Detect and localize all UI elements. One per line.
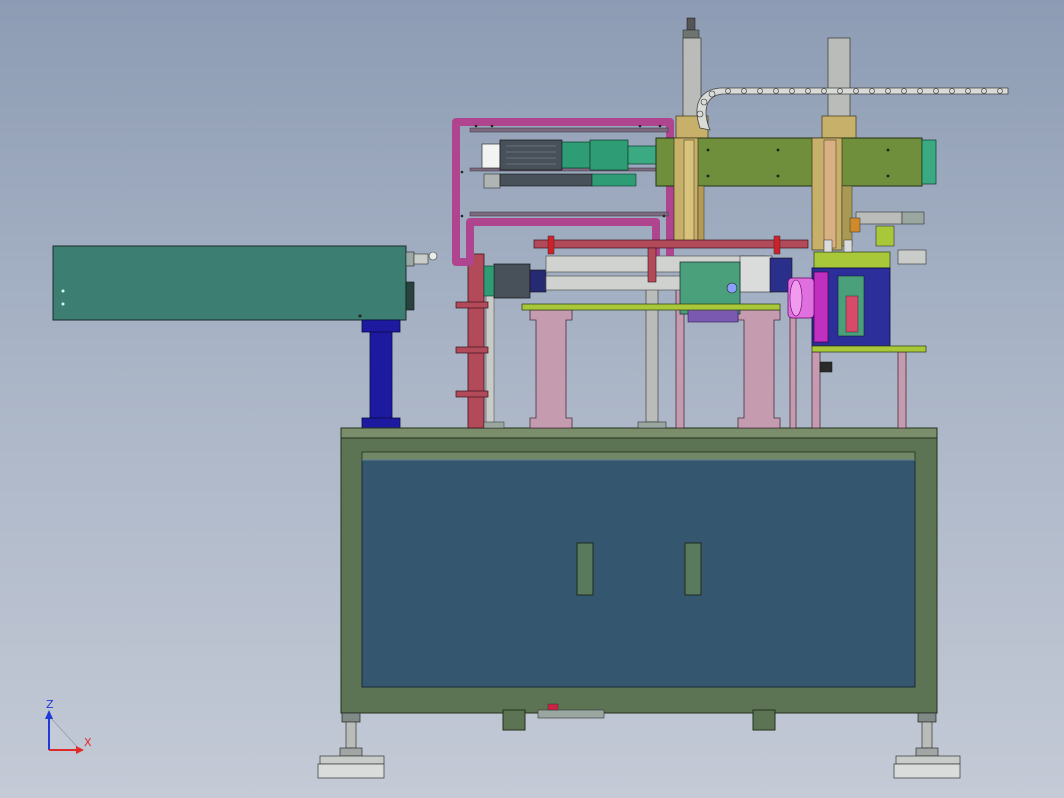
cabinet [340, 427, 938, 731]
x-axis-label: X [84, 736, 92, 749]
left-teal-module [52, 245, 438, 321]
cad-viewport[interactable]: Z X [0, 0, 1064, 798]
servo-motor-upper [481, 139, 657, 171]
blue-support-column [361, 319, 401, 429]
door-handle-right [684, 542, 702, 596]
coordinate-triad: Z X [45, 698, 92, 754]
horizontal-transfer-cylinder [483, 235, 815, 323]
leveling-foot-right [893, 712, 961, 779]
servo-motor-lower [483, 173, 637, 189]
door-handle-left [576, 542, 594, 596]
z-axis-label: Z [46, 698, 54, 711]
leveling-foot-left [317, 712, 385, 779]
machine-drawing: Z X [45, 17, 1009, 779]
